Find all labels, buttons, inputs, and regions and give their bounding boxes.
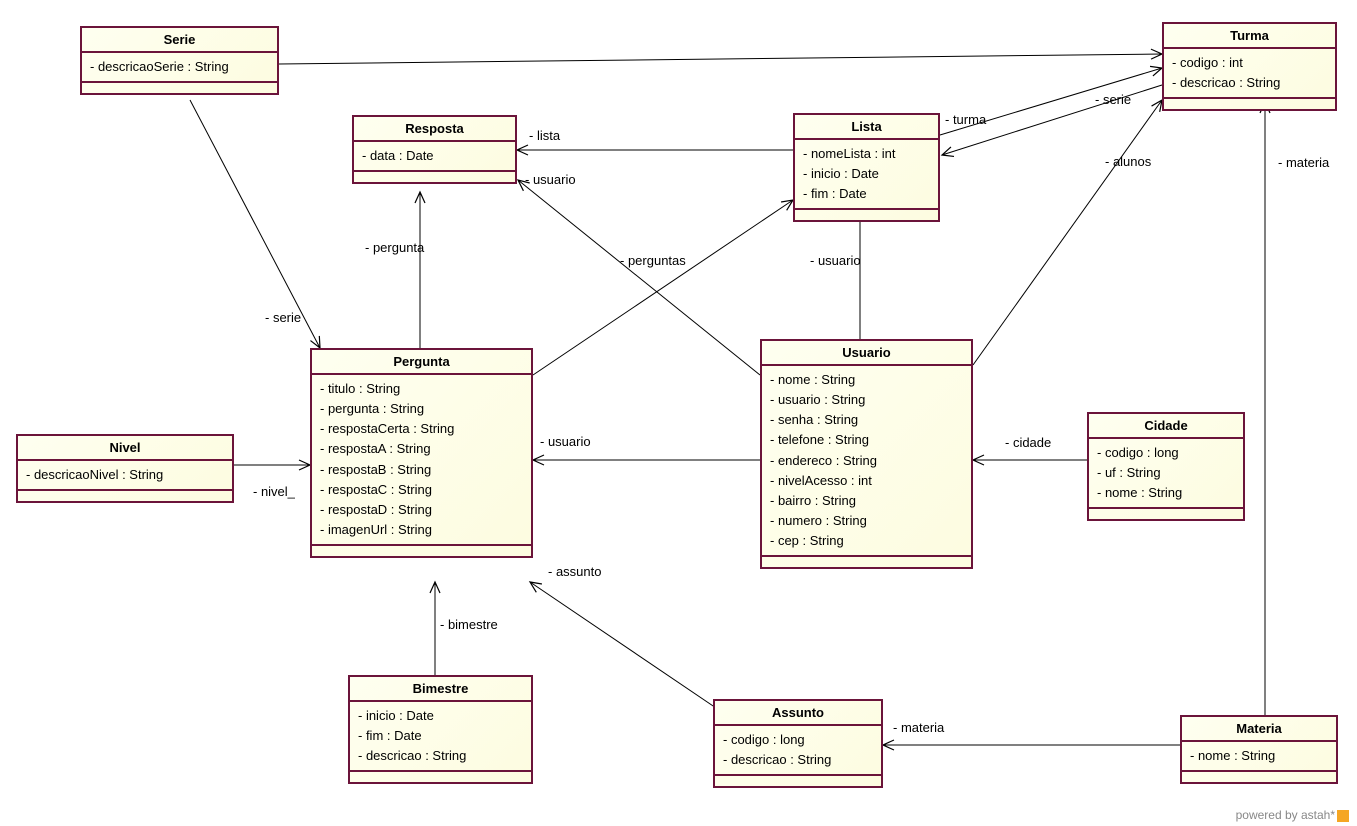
- class-nivel: Nivel - descricaoNivel : String: [16, 434, 234, 503]
- class-title: Nivel: [18, 436, 232, 461]
- class-title: Serie: [82, 28, 277, 53]
- assoc-label-turma: - turma: [945, 112, 986, 127]
- class-turma: Turma - codigo : int- descricao : String: [1162, 22, 1337, 111]
- assoc-label-usuario2: - usuario: [810, 253, 861, 268]
- class-title: Pergunta: [312, 350, 531, 375]
- astah-logo-icon: [1337, 810, 1349, 822]
- class-title: Assunto: [715, 701, 881, 726]
- class-cidade: Cidade - codigo : long- uf : String- nom…: [1087, 412, 1245, 521]
- class-attrs: - descricaoSerie : String: [82, 53, 277, 83]
- class-attrs: - codigo : long- descricao : String: [715, 726, 881, 776]
- assoc-label-lista: - lista: [529, 128, 560, 143]
- assoc-label-bimestre: - bimestre: [440, 617, 498, 632]
- assoc-label-cidade: - cidade: [1005, 435, 1051, 450]
- assoc-label-nivel: - nivel_: [253, 484, 295, 499]
- class-title: Usuario: [762, 341, 971, 366]
- class-title: Turma: [1164, 24, 1335, 49]
- class-assunto: Assunto - codigo : long- descricao : Str…: [713, 699, 883, 788]
- class-attrs: - descricaoNivel : String: [18, 461, 232, 491]
- assoc-label-usuario3: - usuario: [540, 434, 591, 449]
- assoc-label-materia2: - materia: [1278, 155, 1329, 170]
- class-lista: Lista - nomeLista : int- inicio : Date- …: [793, 113, 940, 222]
- class-attrs: - data : Date: [354, 142, 515, 172]
- assoc-label-pergunta: - pergunta: [365, 240, 424, 255]
- class-pergunta: Pergunta - titulo : String- pergunta : S…: [310, 348, 533, 558]
- class-attrs: - titulo : String- pergunta : String- re…: [312, 375, 531, 546]
- assoc-label-perguntas: - perguntas: [620, 253, 686, 268]
- class-attrs: - codigo : int- descricao : String: [1164, 49, 1335, 99]
- footer-branding: powered by astah*: [1236, 808, 1349, 822]
- assoc-label-serie1: - serie: [265, 310, 301, 325]
- assoc-label-usuario1: - usuario: [525, 172, 576, 187]
- class-attrs: - codigo : long- uf : String- nome : Str…: [1089, 439, 1243, 509]
- assoc-label-materia1: - materia: [893, 720, 944, 735]
- class-materia: Materia - nome : String: [1180, 715, 1338, 784]
- class-title: Resposta: [354, 117, 515, 142]
- class-attrs: - inicio : Date- fim : Date- descricao :…: [350, 702, 531, 772]
- class-title: Materia: [1182, 717, 1336, 742]
- class-serie: Serie - descricaoSerie : String: [80, 26, 279, 95]
- class-attrs: - nome : String: [1182, 742, 1336, 772]
- assoc-label-serie2: - serie: [1095, 92, 1131, 107]
- class-resposta: Resposta - data : Date: [352, 115, 517, 184]
- class-title: Cidade: [1089, 414, 1243, 439]
- class-title: Bimestre: [350, 677, 531, 702]
- class-attrs: - nome : String- usuario : String- senha…: [762, 366, 971, 557]
- class-usuario: Usuario - nome : String- usuario : Strin…: [760, 339, 973, 569]
- class-bimestre: Bimestre - inicio : Date- fim : Date- de…: [348, 675, 533, 784]
- class-attrs: - nomeLista : int- inicio : Date- fim : …: [795, 140, 938, 210]
- assoc-label-alunos: - alunos: [1105, 154, 1151, 169]
- assoc-label-assunto: - assunto: [548, 564, 601, 579]
- class-title: Lista: [795, 115, 938, 140]
